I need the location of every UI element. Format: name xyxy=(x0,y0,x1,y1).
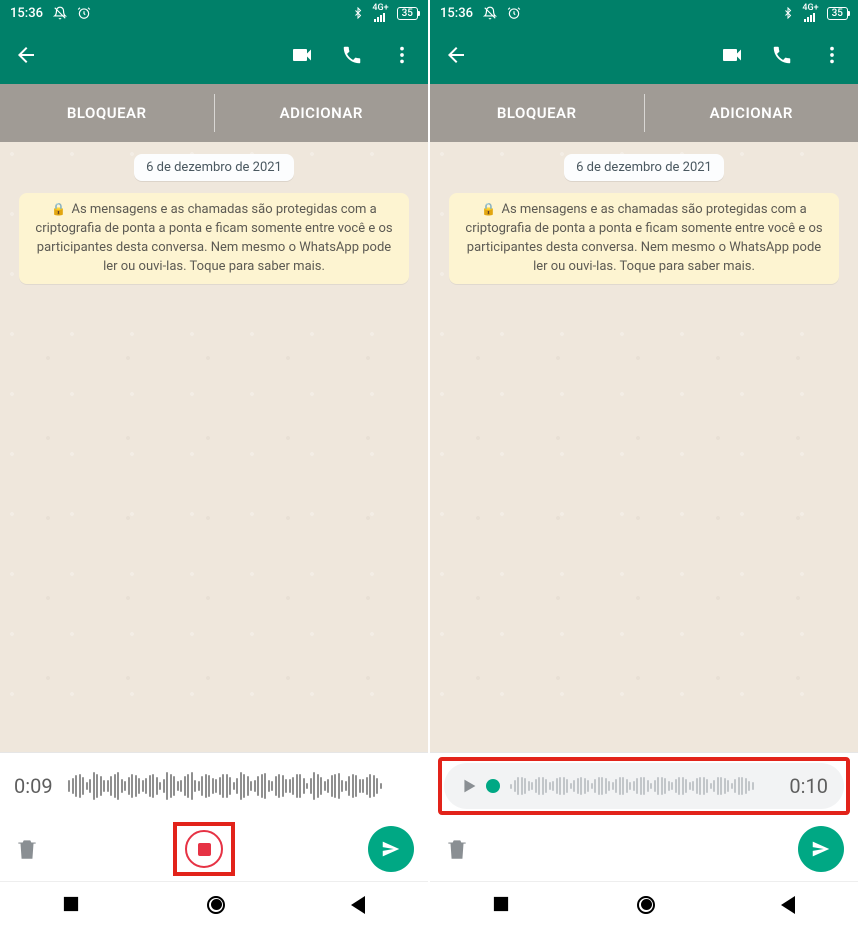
app-bar xyxy=(0,26,428,84)
nav-recent-icon[interactable] xyxy=(63,896,81,914)
back-icon[interactable] xyxy=(444,43,468,67)
encryption-notice[interactable]: 🔒 As mensagens e as chamadas são protegi… xyxy=(19,193,409,284)
bell-off-icon xyxy=(53,6,67,20)
chat-area[interactable]: 6 de dezembro de 2021 🔒 As mensagens e a… xyxy=(430,142,858,752)
android-nav-bar xyxy=(430,881,858,927)
back-icon[interactable] xyxy=(14,43,38,67)
nav-home-icon[interactable] xyxy=(207,896,225,914)
send-button[interactable] xyxy=(368,826,414,872)
battery-icon: 35 xyxy=(827,7,848,20)
trash-icon[interactable] xyxy=(14,836,40,862)
play-icon[interactable] xyxy=(458,775,480,797)
bell-off-icon xyxy=(483,6,497,20)
voice-record-panel: 0:09 xyxy=(0,752,428,881)
more-menu-icon[interactable] xyxy=(390,43,414,67)
nav-recent-icon[interactable] xyxy=(493,896,511,914)
battery-icon: 35 xyxy=(397,7,418,20)
screen-right-preview: 15:36 4G+ 35 xyxy=(430,0,860,927)
bluetooth-icon xyxy=(352,7,364,19)
status-bar: 15:36 4G+ 35 xyxy=(0,0,428,26)
lock-icon: 🔒 xyxy=(51,202,66,216)
network-icon: 4G+ xyxy=(802,4,818,22)
network-icon: 4G+ xyxy=(372,4,388,22)
block-button[interactable]: BLOQUEAR xyxy=(430,84,644,142)
tutorial-highlight xyxy=(173,822,235,876)
bluetooth-icon xyxy=(782,7,794,19)
video-call-icon[interactable] xyxy=(720,43,744,67)
add-button[interactable]: ADICIONAR xyxy=(215,84,429,142)
more-menu-icon[interactable] xyxy=(820,43,844,67)
status-bar: 15:36 4G+ 35 xyxy=(430,0,858,26)
trash-icon[interactable] xyxy=(444,836,470,862)
encryption-notice[interactable]: 🔒 As mensagens e as chamadas são protegi… xyxy=(449,193,839,284)
date-chip: 6 de dezembro de 2021 xyxy=(564,154,724,181)
add-button[interactable]: ADICIONAR xyxy=(645,84,859,142)
voice-preview-panel: 0:10 xyxy=(430,752,858,881)
nav-home-icon[interactable] xyxy=(637,896,655,914)
status-time: 15:36 xyxy=(10,6,43,21)
recording-waveform xyxy=(68,770,414,802)
nav-back-icon[interactable] xyxy=(351,896,365,914)
lock-icon: 🔒 xyxy=(481,202,496,216)
app-bar xyxy=(430,26,858,84)
voice-call-icon[interactable] xyxy=(340,43,364,67)
send-button[interactable] xyxy=(798,826,844,872)
block-add-bar: BLOQUEAR ADICIONAR xyxy=(0,84,428,142)
block-button[interactable]: BLOQUEAR xyxy=(0,84,214,142)
play-progress-dot[interactable] xyxy=(486,779,500,793)
nav-back-icon[interactable] xyxy=(781,896,795,914)
voice-call-icon[interactable] xyxy=(770,43,794,67)
alarm-icon xyxy=(507,6,521,20)
record-timer: 0:09 xyxy=(14,774,58,798)
voice-preview-player[interactable]: 0:10 xyxy=(444,763,844,809)
chat-area[interactable]: 6 de dezembro de 2021 🔒 As mensagens e a… xyxy=(0,142,428,752)
video-call-icon[interactable] xyxy=(290,43,314,67)
alarm-icon xyxy=(77,6,91,20)
block-add-bar: BLOQUEAR ADICIONAR xyxy=(430,84,858,142)
preview-waveform xyxy=(510,770,779,802)
screen-left-recording: 15:36 4G+ 35 xyxy=(0,0,430,927)
android-nav-bar xyxy=(0,881,428,927)
preview-duration: 0:10 xyxy=(789,774,828,798)
status-time: 15:36 xyxy=(440,6,473,21)
date-chip: 6 de dezembro de 2021 xyxy=(134,154,294,181)
